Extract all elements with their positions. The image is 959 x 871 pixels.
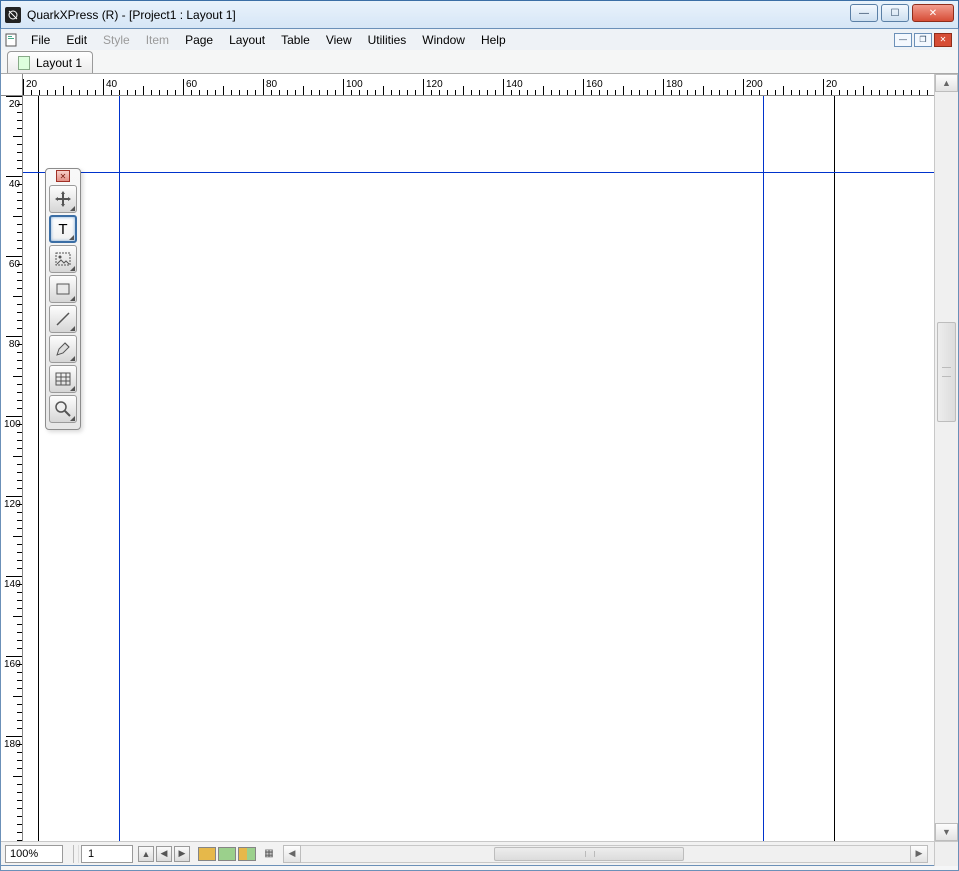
horizontal-scroll-thumb[interactable]	[494, 847, 684, 861]
menu-table[interactable]: Table	[273, 31, 318, 49]
menu-item: Item	[138, 31, 177, 49]
scroll-up-button[interactable]: ▲	[935, 74, 958, 92]
zoom-value: 100%	[10, 848, 38, 860]
margin-guide-right	[763, 96, 764, 841]
palette-close-button[interactable]: ✕	[56, 170, 70, 182]
status-bar: 100% 1 ▲ ◀ ▶ ▦ ◀ ▶	[1, 841, 958, 865]
page-prev-button[interactable]: ◀	[156, 846, 172, 862]
page-number-value: 1	[88, 848, 94, 860]
margin-guide-left	[119, 96, 120, 841]
separator	[73, 845, 79, 863]
window-minimize-button[interactable]: —	[850, 4, 878, 22]
vertical-scroll-thumb[interactable]	[937, 322, 956, 422]
menu-help[interactable]: Help	[473, 31, 514, 49]
page-canvas[interactable]	[23, 96, 934, 841]
scrollbar-corner	[934, 842, 958, 866]
menubar: FileEditStyleItemPageLayoutTableViewUtil…	[0, 29, 959, 50]
menu-view[interactable]: View	[318, 31, 360, 49]
vertical-scroll-track[interactable]	[935, 92, 958, 823]
vertical-ruler[interactable]: 20406080100120140160180	[1, 96, 23, 841]
item-tool[interactable]	[49, 185, 77, 213]
menu-utilities[interactable]: Utilities	[360, 31, 415, 49]
window-maximize-button[interactable]: ☐	[881, 4, 909, 22]
scroll-left-button[interactable]: ◀	[283, 845, 301, 863]
menu-layout[interactable]: Layout	[221, 31, 273, 49]
window-close-button[interactable]: ✕	[912, 4, 954, 22]
line-tool[interactable]	[49, 305, 77, 333]
page-outline	[38, 96, 835, 841]
menu-file[interactable]: File	[23, 31, 58, 49]
picture-content-tool[interactable]	[49, 245, 77, 273]
horizontal-ruler[interactable]: 2040608010012014016018020020	[23, 74, 934, 96]
window-title: QuarkXPress (R) - [Project1 : Layout 1]	[27, 8, 236, 22]
scroll-right-button[interactable]: ▶	[910, 845, 928, 863]
layout-tab-label: Layout 1	[36, 56, 82, 70]
rectangle-box-tool[interactable]	[49, 275, 77, 303]
app-icon	[5, 7, 21, 23]
page-number-field[interactable]: 1	[81, 845, 133, 863]
page-next-button[interactable]: ▶	[174, 846, 190, 862]
menu-style: Style	[95, 31, 138, 49]
export-icon[interactable]: ▦	[261, 847, 277, 861]
workarea: Layout 1 2040608010012014016018020020 20…	[0, 50, 959, 866]
zoom-tool[interactable]	[49, 395, 77, 423]
menu-page[interactable]: Page	[177, 31, 221, 49]
view-mode-a-button[interactable]	[198, 847, 216, 861]
margin-guide-top	[23, 172, 934, 173]
table-tool[interactable]	[49, 365, 77, 393]
zoom-field[interactable]: 100%	[5, 845, 63, 863]
page-updown-icon[interactable]: ▲	[138, 846, 154, 862]
vertical-scrollbar[interactable]: ▲ ▼	[934, 74, 958, 841]
tools-palette[interactable]: ✕ T	[45, 168, 81, 430]
palette-header[interactable]: ✕	[46, 169, 80, 183]
mdi-close-button[interactable]: ✕	[934, 33, 952, 47]
window-titlebar: QuarkXPress (R) - [Project1 : Layout 1] …	[0, 0, 959, 29]
menu-edit[interactable]: Edit	[58, 31, 95, 49]
horizontal-scrollbar[interactable]: ◀ ▶	[283, 845, 928, 863]
view-mode-b-button[interactable]	[218, 847, 236, 861]
page-icon	[18, 56, 30, 70]
ruler-origin-corner[interactable]	[1, 74, 23, 96]
text-content-tool[interactable]: T	[49, 215, 77, 243]
mdi-restore-button[interactable]: ❐	[914, 33, 932, 47]
scroll-down-button[interactable]: ▼	[935, 823, 958, 841]
mdi-minimize-button[interactable]: —	[894, 33, 912, 47]
layout-tab-active[interactable]: Layout 1	[7, 51, 93, 73]
window-bottom-edge	[0, 866, 959, 871]
svg-text:T: T	[58, 221, 67, 238]
document-icon	[3, 32, 19, 48]
bezier-pen-tool[interactable]	[49, 335, 77, 363]
menu-window[interactable]: Window	[414, 31, 473, 49]
view-mode-split-button[interactable]	[238, 847, 256, 861]
layout-tab-strip: Layout 1	[1, 50, 958, 74]
